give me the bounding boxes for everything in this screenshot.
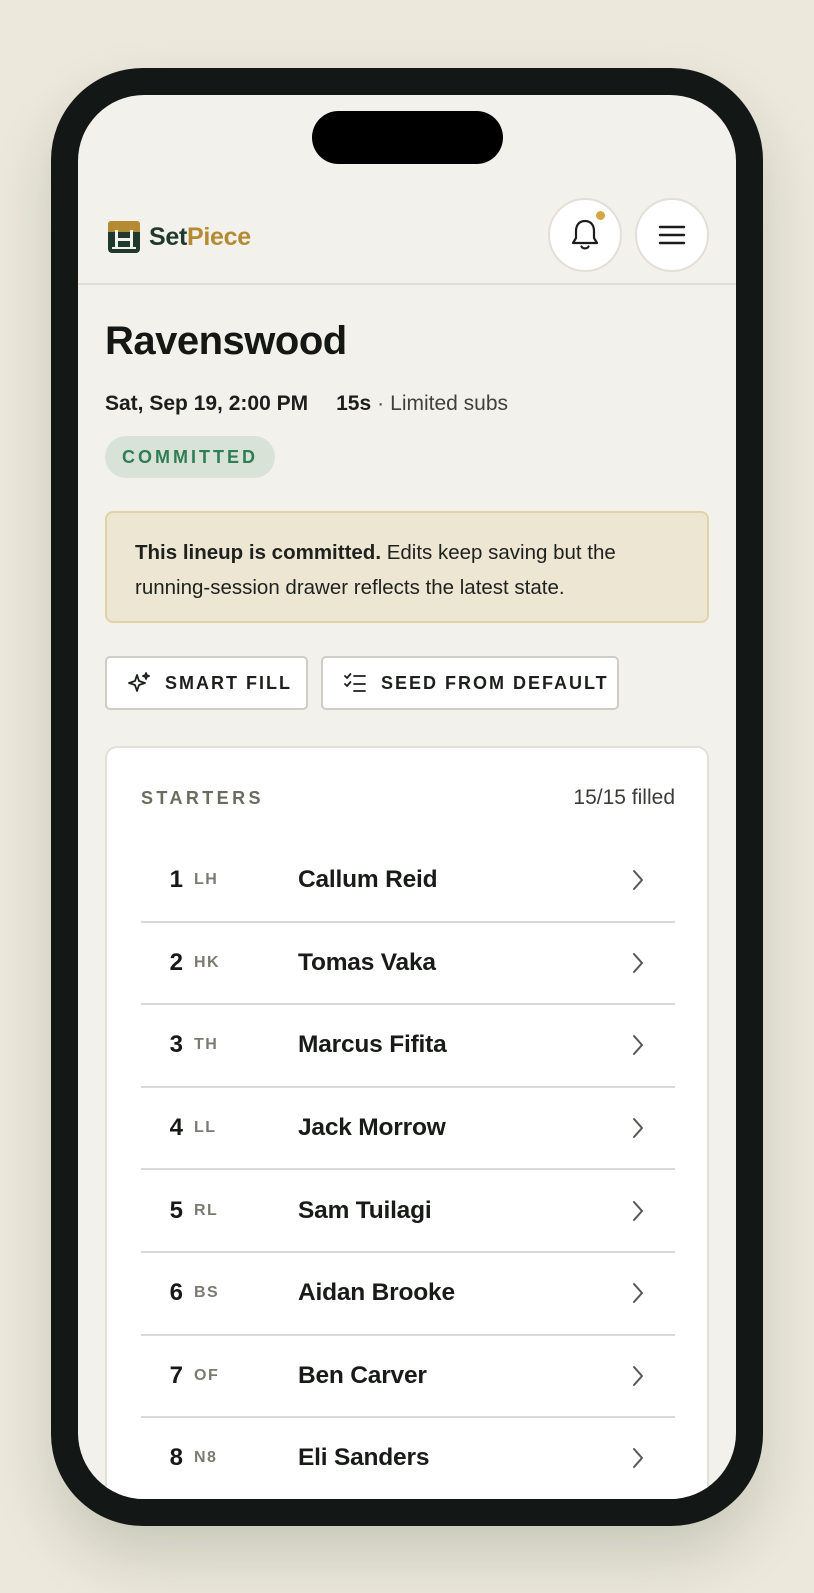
chevron-right-icon	[633, 1035, 643, 1056]
match-title: Ravenswood	[105, 319, 347, 363]
jersey-number: 4	[169, 1114, 183, 1142]
jersey-number: 6	[169, 1279, 183, 1307]
jersey-number: 7	[169, 1361, 183, 1389]
position-code: RL	[194, 1201, 219, 1219]
chevron-right-icon	[633, 1118, 643, 1139]
jersey-number: 5	[169, 1196, 183, 1224]
player-name: Eli Sanders	[298, 1444, 430, 1472]
chevron-right-icon	[633, 1283, 643, 1304]
hamburger-menu-icon	[658, 225, 686, 245]
committed-notice: This lineup is committed. Edits keep sav…	[105, 511, 709, 623]
player-name: Sam Tuilagi	[298, 1196, 432, 1224]
match-datetime: Sat, Sep 19, 2:00 PM	[105, 392, 309, 415]
player-name: Ben Carver	[298, 1361, 427, 1389]
checklist-icon	[344, 673, 366, 692]
jersey-number: 1	[169, 866, 183, 894]
position-code: LL	[194, 1119, 217, 1137]
player-name: Marcus Fifita	[298, 1031, 447, 1059]
brand-name: SetPiece	[149, 222, 251, 251]
table-row[interactable]: 1 LH Callum Reid	[141, 840, 675, 923]
notification-dot	[594, 209, 607, 222]
status-badge: COMMITTED	[105, 436, 275, 478]
smart-fill-label: SMART FILL	[165, 672, 292, 693]
player-name: Jack Morrow	[298, 1114, 446, 1142]
chevron-right-icon	[633, 1365, 643, 1386]
subs-rule: Limited subs	[390, 392, 509, 415]
bell-icon	[571, 219, 599, 250]
table-row[interactable]: 5 RL Sam Tuilagi	[141, 1170, 675, 1253]
position-code: HK	[194, 953, 221, 971]
notice-bold-text: This lineup is committed.	[135, 541, 382, 564]
starters-list: 1 LH Callum Reid 2 HK Tomas Vaka 3 TH Ma…	[141, 840, 675, 1499]
chevron-right-icon	[633, 1200, 643, 1221]
starters-header: STARTERS 15/15 filled	[141, 786, 675, 810]
smart-fill-button[interactable]: SMART FILL	[105, 656, 308, 710]
menu-button[interactable]	[635, 198, 709, 272]
jersey-number: 3	[169, 1031, 183, 1059]
position-code: LH	[194, 871, 219, 889]
brand-logo[interactable]: SetPiece	[108, 221, 251, 253]
jersey-number: 2	[169, 948, 183, 976]
chevron-right-icon	[633, 870, 643, 891]
match-format: 15s	[336, 392, 372, 415]
chevron-right-icon	[633, 1448, 643, 1469]
setpiece-logo-icon	[108, 221, 140, 253]
table-row[interactable]: 2 HK Tomas Vaka	[141, 923, 675, 1006]
position-code: TH	[194, 1036, 219, 1054]
position-code: BS	[194, 1284, 220, 1302]
notifications-button[interactable]	[548, 198, 622, 272]
jersey-number: 8	[169, 1444, 183, 1472]
seed-from-default-button[interactable]: SEED FROM DEFAULT	[321, 656, 619, 710]
starters-label: STARTERS	[141, 787, 264, 808]
table-row[interactable]: 4 LL Jack Morrow	[141, 1088, 675, 1171]
starters-card: STARTERS 15/15 filled 1 LH Callum Reid 2…	[105, 746, 709, 1499]
starters-count: 15/15 filled	[573, 786, 675, 809]
app-screen: SetPiece Ravenswood Sat, Sep 19, 2:00 PM	[78, 95, 736, 1499]
position-code: N8	[194, 1449, 218, 1467]
player-name: Callum Reid	[298, 866, 438, 894]
dynamic-island	[312, 111, 503, 164]
player-name: Tomas Vaka	[298, 948, 436, 976]
position-code: OF	[194, 1366, 220, 1384]
player-name: Aidan Brooke	[298, 1279, 455, 1307]
match-meta: Sat, Sep 19, 2:00 PM 15s · Limited subs	[105, 392, 508, 416]
app-header: SetPiece	[78, 195, 736, 285]
table-row[interactable]: 3 TH Marcus Fifita	[141, 1005, 675, 1088]
table-row[interactable]: 6 BS Aidan Brooke	[141, 1253, 675, 1336]
chevron-right-icon	[633, 952, 643, 973]
table-row[interactable]: 7 OF Ben Carver	[141, 1336, 675, 1419]
phone-frame: SetPiece Ravenswood Sat, Sep 19, 2:00 PM	[51, 68, 763, 1526]
table-row[interactable]: 8 N8 Eli Sanders	[141, 1418, 675, 1499]
meta-separator: ·	[377, 392, 385, 415]
sparkle-icon	[128, 672, 150, 692]
seed-from-default-label: SEED FROM DEFAULT	[381, 672, 609, 693]
